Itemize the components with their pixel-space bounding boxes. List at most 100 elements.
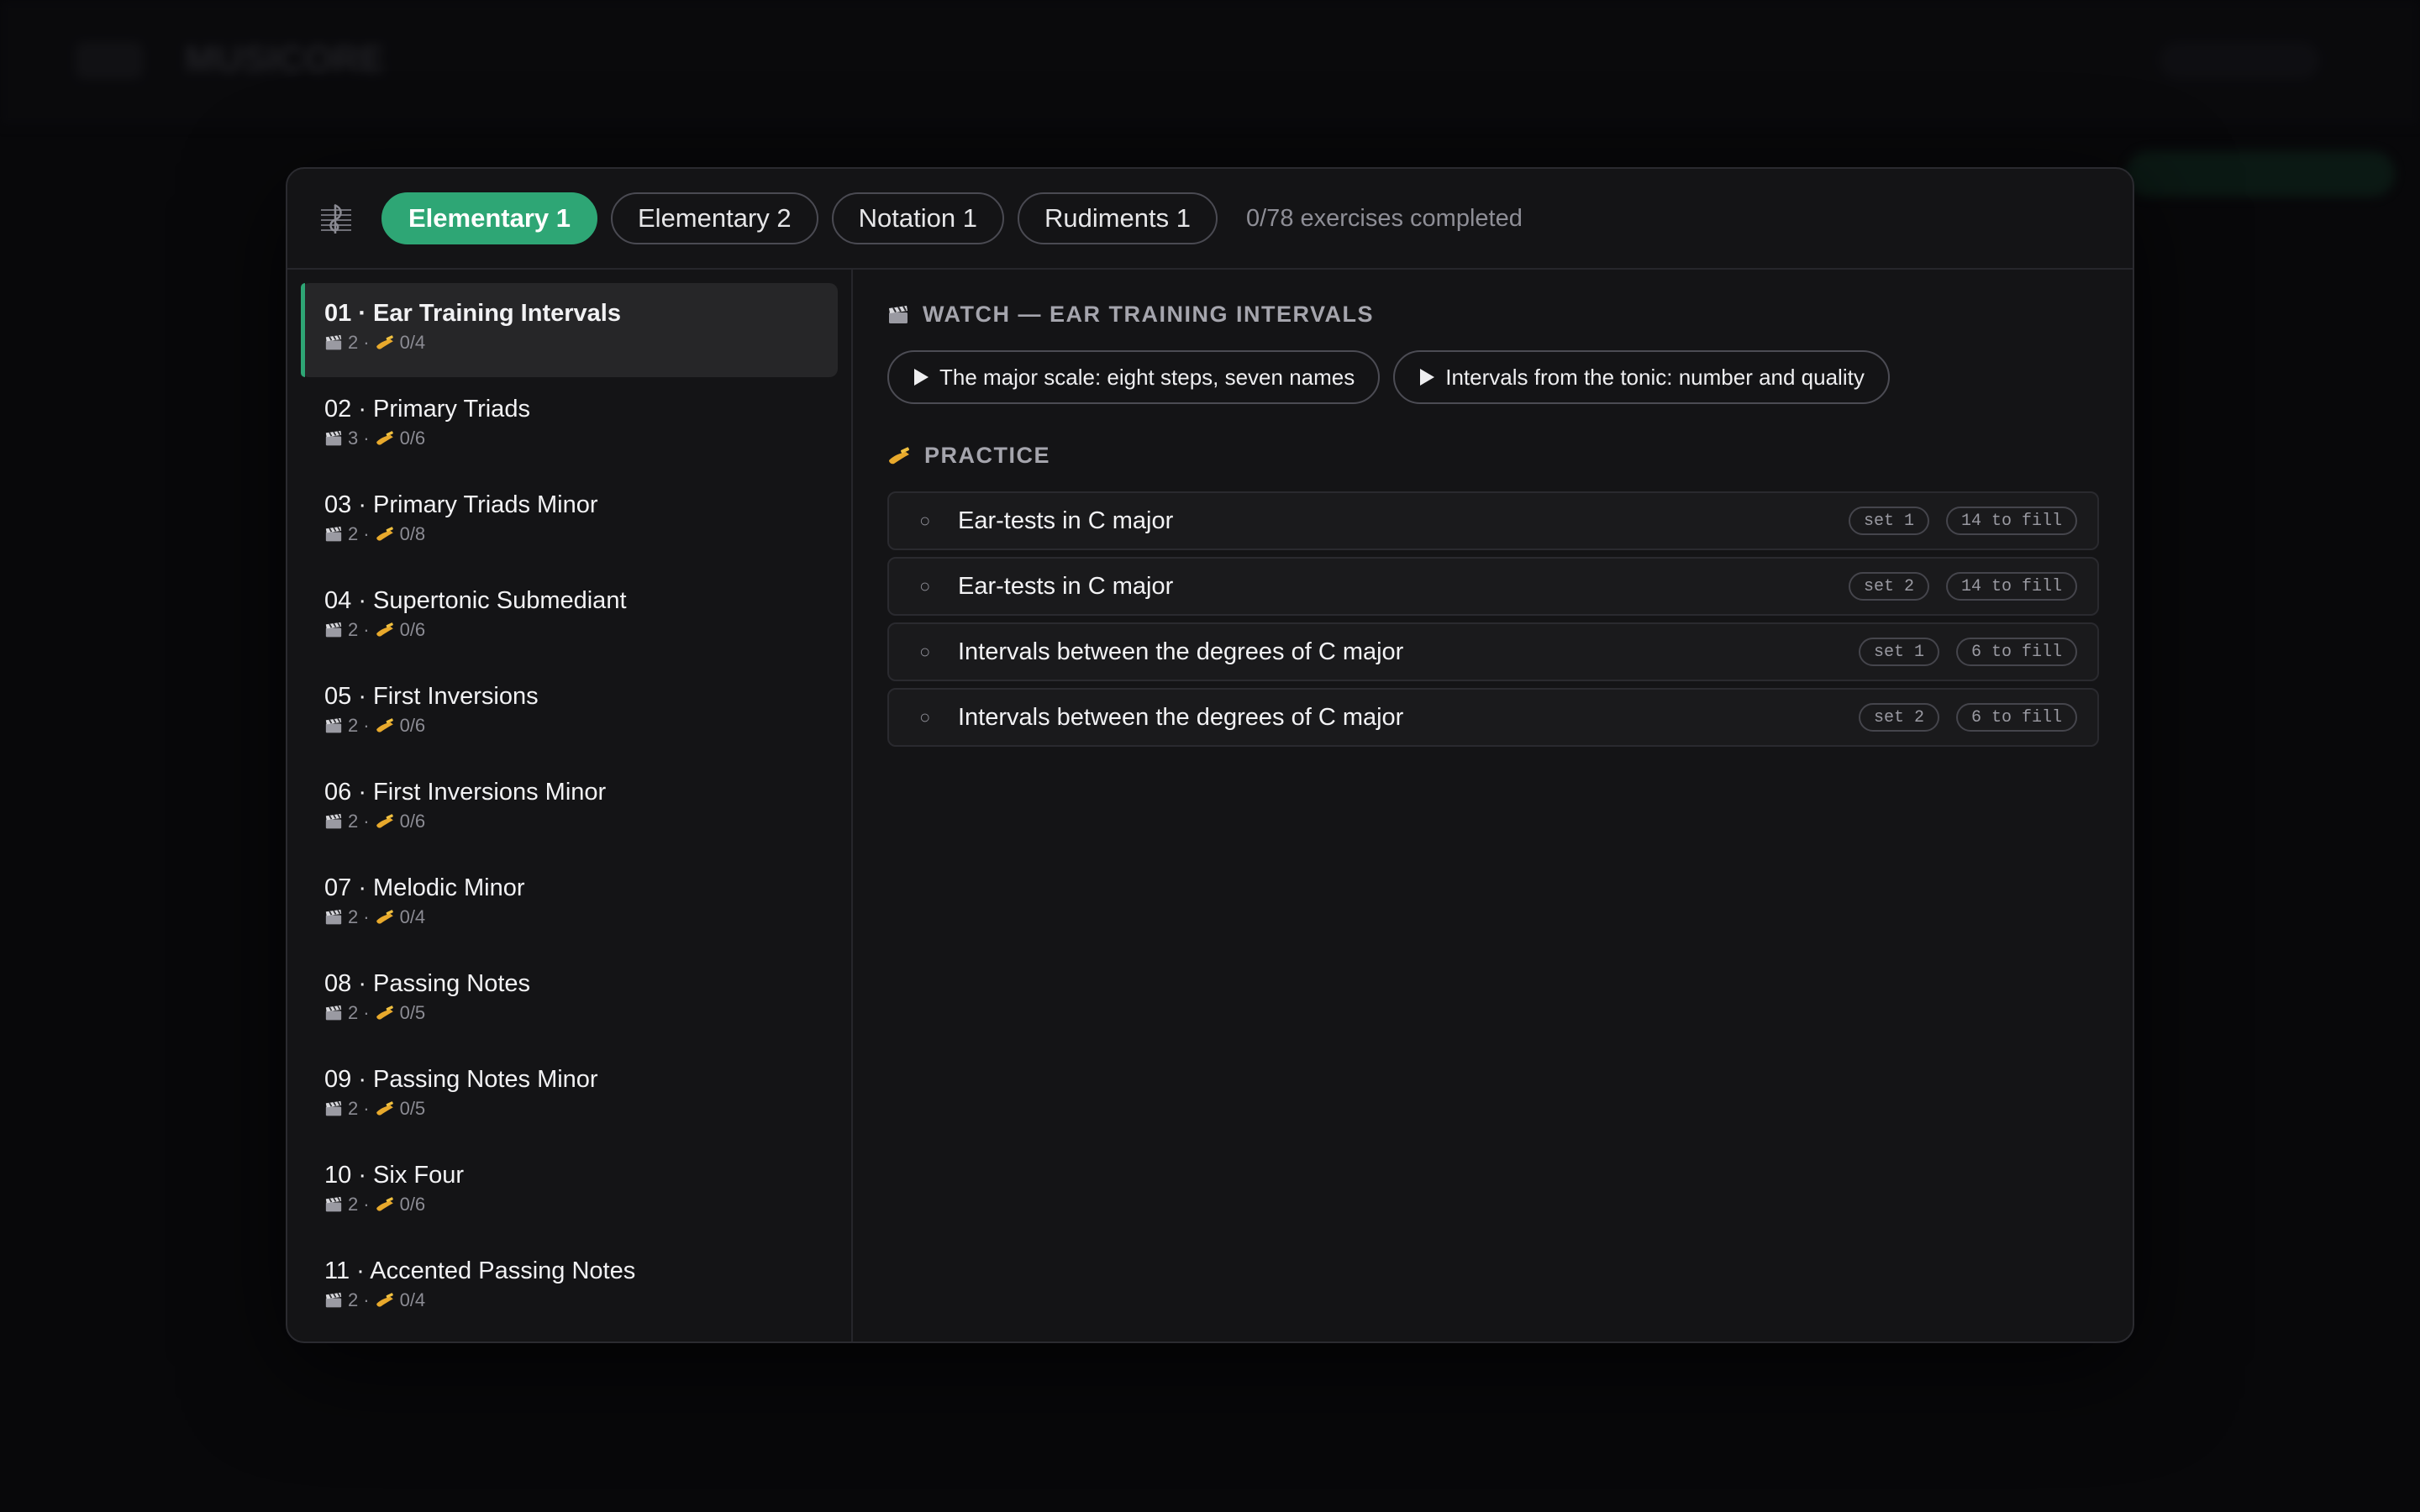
- lesson-item[interactable]: 07 · Melodic Minor 2 · 0/4: [301, 858, 838, 952]
- lesson-item[interactable]: 09 · Passing Notes Minor 2 · 0/5: [301, 1049, 838, 1143]
- exercise-row[interactable]: ○ Ear-tests in C major set 1 14 to fill: [887, 491, 2099, 550]
- writing-hand-icon: [887, 446, 911, 465]
- clapperboard-icon: [324, 1100, 343, 1117]
- clapperboard-icon: [324, 526, 343, 543]
- course-tabs: Elementary 1 Elementary 2 Notation 1 Rudime…: [381, 192, 1231, 244]
- fill-count-badge: 14 to fill: [1945, 507, 2077, 535]
- video-button[interactable]: Intervals from the tonic: number and qua…: [1393, 350, 1890, 404]
- lesson-title: 07 · Melodic Minor: [324, 874, 525, 901]
- lesson-meta: 2 · 0/5: [324, 1098, 838, 1120]
- meta-separator: ·: [363, 1194, 370, 1215]
- exercise-progress: 0/5: [399, 1098, 426, 1119]
- lesson-meta: 3 · 0/6: [324, 428, 838, 449]
- tab-elementary-2[interactable]: Elementary 2: [611, 192, 818, 244]
- status-circle-icon: ○: [919, 641, 931, 662]
- tab-notation-1[interactable]: Notation 1: [831, 192, 1004, 244]
- music-staff-icon: [316, 198, 356, 239]
- clapperboard-icon: [324, 622, 343, 638]
- exercise-progress: 0/4: [399, 1289, 426, 1310]
- meta-separator: ·: [363, 811, 370, 832]
- clapperboard-icon: [324, 1196, 343, 1213]
- lesson-meta: 2 · 0/6: [324, 619, 838, 641]
- background-logo: [76, 42, 143, 79]
- exercise-progress: 0/6: [399, 1194, 426, 1215]
- lesson-meta: 2 · 0/6: [324, 1194, 838, 1215]
- lesson-meta: 2 · 0/4: [324, 332, 838, 354]
- clapperboard-icon: [324, 1005, 343, 1021]
- video-count: 2: [348, 1289, 359, 1310]
- lesson-title: 05 · First Inversions: [324, 683, 539, 710]
- fill-count-badge: 14 to fill: [1945, 572, 2077, 601]
- lesson-meta: 2 · 0/4: [324, 1289, 838, 1311]
- play-icon: [1418, 368, 1435, 386]
- watch-title-text: WATCH — EAR TRAINING INTERVALS: [923, 302, 1374, 327]
- lesson-list: 01 · Ear Training Intervals 2 · 0/4 02 · Pri…: [287, 270, 853, 1341]
- exercise-row[interactable]: ○ Intervals between the degrees of C majo…: [887, 622, 2099, 681]
- background-app-title: MUSICORE: [185, 39, 385, 80]
- lesson-item[interactable]: 01 · Ear Training Intervals 2 · 0/4: [301, 283, 838, 377]
- exercise-progress: 0/6: [399, 715, 426, 736]
- lesson-item[interactable]: 05 · First Inversions 2 · 0/6: [301, 666, 838, 760]
- writing-hand-icon: [375, 814, 395, 829]
- exercise-progress: 0/8: [399, 523, 426, 544]
- writing-hand-icon: [375, 335, 395, 350]
- clapperboard-icon: [324, 1292, 343, 1309]
- lesson-title: 10 · Six Four: [324, 1162, 464, 1189]
- lesson-meta: 2 · 0/6: [324, 811, 838, 832]
- tab-rudiments-1[interactable]: Rudiments 1: [1017, 192, 1218, 244]
- meta-separator: ·: [363, 428, 370, 449]
- fill-count-badge: 6 to fill: [1955, 703, 2077, 732]
- play-icon: [913, 368, 929, 386]
- lesson-item[interactable]: 02 · Primary Triads 3 · 0/6: [301, 379, 838, 473]
- video-count: 2: [348, 619, 359, 640]
- exercise-row[interactable]: ○ Intervals between the degrees of C majo…: [887, 688, 2099, 747]
- clapperboard-icon: [324, 717, 343, 734]
- lesson-item[interactable]: 08 · Passing Notes 2 · 0/5: [301, 953, 838, 1047]
- clapperboard-icon: [324, 430, 343, 447]
- lesson-item[interactable]: 06 · First Inversions Minor 2 · 0/6: [301, 762, 838, 856]
- lesson-meta: 2 · 0/5: [324, 1002, 838, 1024]
- exercise-progress: 0/4: [399, 906, 426, 927]
- lesson-item[interactable]: 04 · Supertonic Submediant 2 · 0/6: [301, 570, 838, 664]
- writing-hand-icon: [375, 1293, 395, 1308]
- video-count: 2: [348, 1002, 359, 1023]
- exercise-progress: 0/6: [399, 619, 426, 640]
- video-count: 2: [348, 332, 359, 353]
- video-button[interactable]: The major scale: eight steps, seven name…: [887, 350, 1381, 404]
- status-circle-icon: ○: [919, 510, 931, 531]
- lesson-meta: 2 · 0/6: [324, 715, 838, 737]
- video-count: 2: [348, 715, 359, 736]
- writing-hand-icon: [375, 622, 395, 638]
- exercise-progress: 0/6: [399, 811, 426, 832]
- modal-header: Elementary 1 Elementary 2 Notation 1 Rudime…: [287, 169, 2133, 270]
- exercise-progress: 0/6: [399, 428, 426, 449]
- set-badge: set 1: [1848, 507, 1929, 535]
- clapperboard-icon: [887, 305, 909, 325]
- video-count: 2: [348, 811, 359, 832]
- lesson-title: 03 · Primary Triads Minor: [324, 491, 598, 518]
- lesson-meta: 2 · 0/4: [324, 906, 838, 928]
- meta-separator: ·: [363, 332, 370, 353]
- lesson-meta: 2 · 0/8: [324, 523, 838, 545]
- background-user-menu: [2160, 42, 2319, 79]
- writing-hand-icon: [375, 431, 395, 446]
- fill-count-badge: 6 to fill: [1955, 638, 2077, 666]
- lesson-item[interactable]: 11 · Accented Passing Notes 2 · 0/4: [301, 1241, 838, 1335]
- video-title: The major scale: eight steps, seven name…: [939, 364, 1355, 390]
- lesson-item[interactable]: 10 · Six Four 2 · 0/6: [301, 1145, 838, 1239]
- course-modal: Elementary 1 Elementary 2 Notation 1 Rudime…: [286, 167, 2134, 1343]
- lesson-item[interactable]: 03 · Primary Triads Minor 2 · 0/8: [301, 475, 838, 569]
- lesson-title: 09 · Passing Notes Minor: [324, 1066, 598, 1093]
- writing-hand-icon: [375, 1005, 395, 1021]
- lesson-detail: WATCH — EAR TRAINING INTERVALS The major…: [887, 270, 2099, 1341]
- exercise-progress: 0/4: [399, 332, 426, 353]
- exercise-row[interactable]: ○ Ear-tests in C major set 2 14 to fill: [887, 557, 2099, 616]
- set-badge: set 2: [1858, 703, 1939, 732]
- practice-title-text: PRACTICE: [924, 443, 1051, 468]
- set-badge: set 2: [1848, 572, 1929, 601]
- meta-separator: ·: [363, 1002, 370, 1023]
- video-list: The major scale: eight steps, seven name…: [887, 350, 1890, 404]
- exercise-label: Intervals between the degrees of C major: [958, 703, 1404, 731]
- exercise-label: Ear-tests in C major: [958, 572, 1174, 600]
- tab-elementary-1[interactable]: Elementary 1: [381, 192, 597, 244]
